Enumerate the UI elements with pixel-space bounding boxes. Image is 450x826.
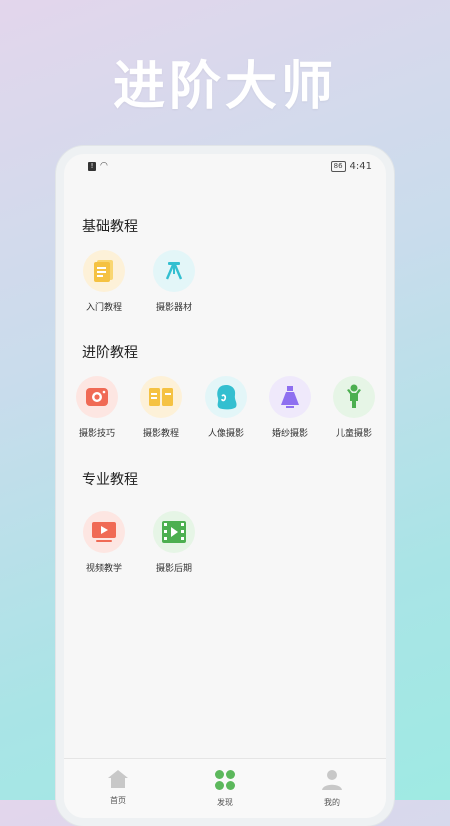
tile-label: 摄影教程	[142, 429, 179, 439]
tile-video-teaching[interactable]: 视频教学	[74, 511, 134, 574]
section-title-basic: 基础教程	[82, 219, 138, 235]
bottom-tab-bar: 首页 发现 我的	[64, 758, 386, 818]
alert-icon: !	[88, 161, 96, 171]
tile-label: 视频教学	[85, 564, 122, 574]
tile-kids[interactable]: 儿童摄影	[324, 376, 384, 439]
tile-photo-tips[interactable]: 摄影技巧	[67, 376, 127, 439]
tile-label: 入门教程	[85, 303, 122, 313]
film-icon	[153, 511, 195, 553]
tab-home[interactable]: 首页	[88, 769, 148, 806]
child-icon	[333, 376, 375, 418]
tile-label: 摄影技巧	[78, 429, 115, 439]
tab-mine[interactable]: 我的	[302, 769, 362, 808]
tab-discover[interactable]: 发现	[195, 769, 255, 808]
tab-label: 首页	[110, 796, 126, 805]
open-book-icon	[140, 376, 182, 418]
tile-portrait[interactable]: 人像摄影	[196, 376, 256, 439]
wedding-dress-icon	[269, 376, 311, 418]
tile-photo-course[interactable]: 摄影教程	[131, 376, 191, 439]
tile-wedding[interactable]: 婚纱摄影	[260, 376, 320, 439]
portrait-icon	[205, 376, 247, 418]
section-title-advanced: 进阶教程	[82, 345, 138, 361]
grid-icon	[215, 770, 235, 790]
tile-label: 儿童摄影	[335, 429, 372, 439]
tile-equipment[interactable]: 摄影器材	[144, 250, 204, 313]
section-title-pro: 专业教程	[82, 472, 138, 488]
tile-post-processing[interactable]: 摄影后期	[144, 511, 204, 574]
clock: 4:41	[349, 161, 372, 172]
document-icon	[83, 250, 125, 292]
tile-label: 婚纱摄影	[271, 429, 308, 439]
tile-label: 摄影后期	[155, 564, 192, 574]
tab-label: 发现	[217, 798, 233, 807]
studio-light-icon	[153, 250, 195, 292]
video-play-icon	[83, 511, 125, 553]
home-icon	[108, 770, 128, 788]
user-icon	[322, 770, 342, 790]
camera-icon	[76, 376, 118, 418]
phone-frame: ! ◠ 86 4:41 基础教程 入门教程 摄影器材 进阶教程 摄影技巧 摄影教…	[56, 146, 394, 826]
tile-beginner-tutorial[interactable]: 入门教程	[74, 250, 134, 313]
battery-indicator: 86	[330, 161, 346, 172]
status-bar: ! ◠ 86 4:41	[64, 154, 386, 180]
wifi-icon: ◠	[100, 161, 108, 171]
tile-label: 人像摄影	[207, 429, 244, 439]
app-headline: 进阶大师	[112, 57, 337, 117]
tile-label: 摄影器材	[155, 303, 192, 313]
tab-label: 我的	[324, 798, 340, 807]
